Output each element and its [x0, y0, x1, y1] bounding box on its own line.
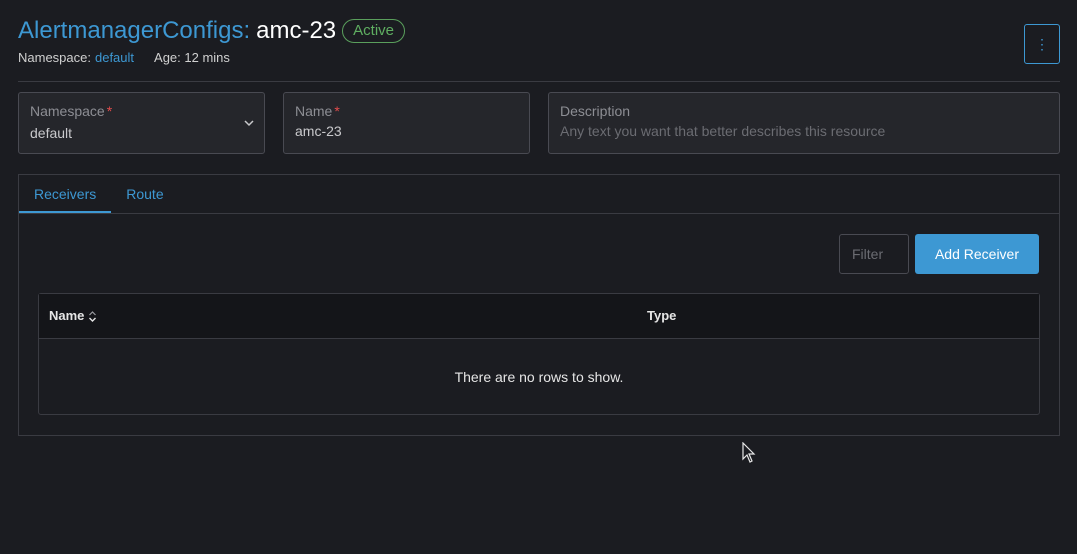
page-header: AlertmanagerConfigs: amc-23 Active Names…	[18, 16, 1060, 65]
required-mark: *	[334, 103, 340, 119]
description-field-label: Description	[560, 103, 631, 119]
empty-table-message: There are no rows to show.	[454, 369, 624, 385]
column-header-type: Type	[647, 308, 677, 323]
namespace-select-value: default	[30, 125, 73, 141]
kebab-icon: ⋮	[1035, 35, 1049, 52]
namespace-field-label: Namespace *	[30, 103, 113, 119]
description-placeholder: Any text you want that better describes …	[560, 123, 886, 139]
actions-menu-button[interactable]: ⋮	[1024, 24, 1060, 64]
cursor-icon	[742, 442, 756, 463]
receivers-table: Name Type There are no rows to show.	[38, 293, 1040, 415]
tab-route[interactable]: Route	[111, 175, 178, 213]
status-badge: Active	[342, 19, 406, 43]
age-text: Age: 12 mins	[154, 50, 230, 65]
header-divider	[18, 81, 1060, 82]
resource-type-link[interactable]: AlertmanagerConfigs:	[18, 17, 250, 45]
required-mark: *	[106, 103, 113, 119]
resource-meta: Namespace: default Age: 12 mins	[18, 50, 1060, 65]
namespace-label: Namespace:	[18, 50, 91, 65]
filter-input[interactable]: Filter	[839, 234, 909, 274]
namespace-link[interactable]: default	[95, 50, 134, 65]
description-field[interactable]: Description Any text you want that bette…	[548, 92, 1060, 154]
tab-receivers[interactable]: Receivers	[19, 175, 112, 213]
tab-bar: Receivers Route	[19, 175, 1059, 214]
table-header: Name Type	[39, 294, 1039, 339]
name-field[interactable]: Name * amc-23	[283, 92, 530, 154]
column-header-name[interactable]: Name	[49, 308, 97, 323]
sort-icon	[89, 310, 97, 322]
page-title: amc-23	[256, 17, 337, 44]
chevron-down-icon	[244, 120, 254, 127]
name-field-value: amc-23	[295, 123, 342, 139]
name-field-label: Name *	[295, 103, 340, 119]
tabs-panel: Receivers Route Filter Add Receiver Name…	[18, 174, 1060, 436]
add-receiver-button[interactable]: Add Receiver	[915, 234, 1039, 274]
title-row: AlertmanagerConfigs: amc-23 Active	[18, 16, 1060, 46]
namespace-select[interactable]: Namespace * default	[18, 92, 265, 154]
